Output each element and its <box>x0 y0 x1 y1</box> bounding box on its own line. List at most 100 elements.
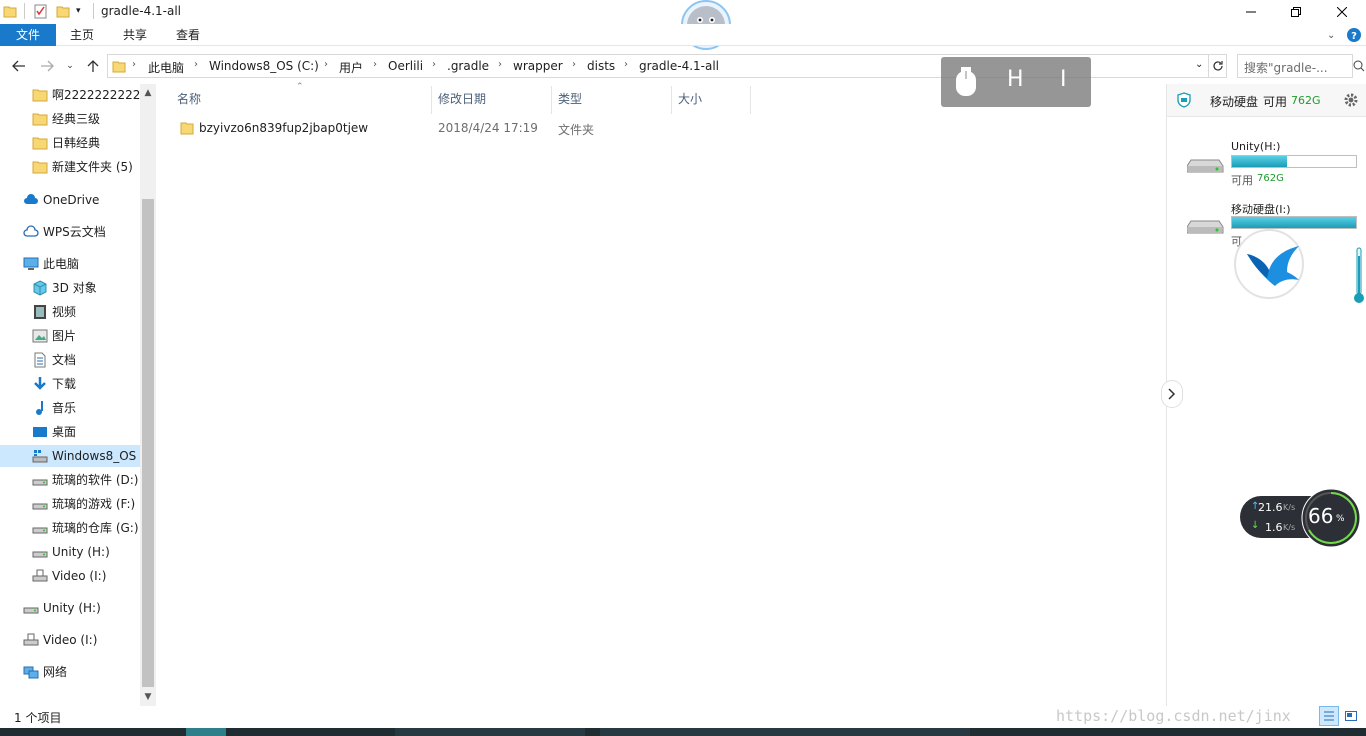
sidebar-item[interactable]: 此电脑 <box>23 253 140 275</box>
network-icon <box>23 664 39 680</box>
navigation-pane: 啊2222222222 经典三级日韩经典新建文件夹 (5) OneDrive WPS云… <box>0 84 156 706</box>
address-row: ⌄ › 此电脑 › Windows8_OS (C:) › 用户 › Oerlil… <box>0 52 1366 80</box>
taskbar <box>0 728 1366 736</box>
video-icon <box>32 304 48 320</box>
sidebar-item[interactable]: OneDrive <box>23 189 140 211</box>
new-folder-icon[interactable] <box>56 4 70 18</box>
panel-title: 移动硬盘 <box>1210 95 1259 109</box>
sidebar-item[interactable]: 新建文件夹 (5) <box>32 156 140 178</box>
search-input[interactable]: 搜索"gradle-... <box>1237 54 1353 78</box>
sidebar-item[interactable]: 日韩经典 <box>32 132 140 154</box>
breadcrumb-item[interactable]: Windows8_OS (C:) <box>209 59 319 73</box>
back-button[interactable] <box>9 56 29 76</box>
column-header-size[interactable]: 大小 <box>678 90 702 107</box>
refresh-icon <box>1212 61 1223 71</box>
mouse-icon <box>955 67 977 97</box>
document-icon <box>32 352 48 368</box>
refresh-button[interactable] <box>1209 54 1227 78</box>
sidebar-item[interactable]: 琉璃的游戏 (F:) <box>32 493 140 515</box>
sidebar-item[interactable]: WPS云文档 <box>23 221 140 243</box>
forward-button[interactable] <box>37 56 57 76</box>
drive-icon <box>32 496 48 512</box>
restore-button[interactable] <box>1273 0 1319 24</box>
thermometer-icon <box>1353 246 1365 304</box>
details-view-button[interactable] <box>1319 706 1339 726</box>
breadcrumb-item[interactable]: gradle-4.1-all <box>639 59 719 73</box>
tab-share[interactable]: 共享 <box>111 24 159 46</box>
breadcrumb-item[interactable]: Oerlili <box>388 59 423 73</box>
system-drive-icon <box>32 448 48 464</box>
drive-free-label: 可用 <box>1231 174 1253 187</box>
file-type: 文件夹 <box>558 123 595 137</box>
tab-view[interactable]: 查看 <box>164 24 212 46</box>
column-header-name[interactable]: 名称 <box>177 90 201 107</box>
sidebar-item[interactable]: 桌面 <box>32 421 140 443</box>
tab-file[interactable]: 文件 <box>0 24 56 46</box>
breadcrumb-item[interactable]: 用户 <box>339 59 363 76</box>
sidebar-item[interactable]: 网络 <box>23 661 140 683</box>
sidebar-item-label: 图片 <box>52 329 77 343</box>
panel-toggle-button[interactable] <box>1161 380 1183 408</box>
quick-access-dropdown-icon[interactable]: ▾ <box>76 6 81 16</box>
tab-home[interactable]: 主页 <box>58 24 106 46</box>
up-button[interactable] <box>83 56 103 76</box>
sidebar-item-label: 新建文件夹 (5) <box>52 160 133 174</box>
sidebar-item[interactable]: 啊2222222222 <box>32 84 140 106</box>
sidebar-item[interactable]: Unity (H:) <box>23 597 140 619</box>
sidebar-item[interactable]: 视频 <box>32 301 140 323</box>
drive-icon <box>32 520 48 536</box>
drive-name[interactable]: Unity(H:) <box>1231 140 1280 153</box>
breadcrumb-item[interactable]: 此电脑 <box>148 59 184 76</box>
usb-drive-icon <box>23 632 39 648</box>
column-header-type[interactable]: 类型 <box>558 90 582 107</box>
breadcrumb-item[interactable]: wrapper <box>513 59 563 73</box>
recent-locations-icon[interactable]: ⌄ <box>60 56 80 76</box>
network-speed-widget[interactable]: ↑ 21.6 K/s ↓ 1.6 K/s 66 % <box>1240 488 1361 548</box>
sidebar-item[interactable]: Windows8_OS <box>0 445 140 467</box>
help-icon[interactable]: ? <box>1347 28 1361 42</box>
status-bar: 1 个项目 https://blog.csdn.net/jinx <box>0 706 1366 728</box>
drive-name[interactable]: 移动硬盘(I:) <box>1231 201 1291 217</box>
table-row[interactable]: bzyivzo6n839fup2jbap0tjew 2018/4/24 17:1… <box>158 118 758 140</box>
scroll-up-icon[interactable]: ▲ <box>140 84 156 102</box>
sidebar-item[interactable]: Video (I:) <box>32 565 140 587</box>
percent-sign: % <box>1336 514 1345 524</box>
search-icon <box>1353 60 1365 72</box>
folder-icon <box>32 159 48 175</box>
chevron-right-icon <box>1168 388 1176 400</box>
mouse-monitor-widget[interactable]: H I <box>941 57 1091 107</box>
sidebar-item-label: Video (I:) <box>52 569 107 583</box>
bird-logo-icon[interactable] <box>1233 228 1305 300</box>
sidebar-item[interactable]: 3D 对象 <box>32 277 140 299</box>
sidebar-item[interactable]: 文档 <box>32 349 140 371</box>
address-dropdown-icon[interactable]: ⌄ <box>1195 59 1203 70</box>
gear-icon[interactable] <box>1343 92 1359 108</box>
sidebar-item[interactable]: 下载 <box>32 373 140 395</box>
breadcrumb-item[interactable]: dists <box>587 59 615 73</box>
desktop-icon <box>32 424 48 440</box>
sidebar-item[interactable]: 琉璃的仓库 (G:) <box>32 517 140 539</box>
sidebar-item-label: 琉璃的仓库 (G:) <box>52 521 139 535</box>
download-arrow-icon: ↓ <box>1251 520 1260 531</box>
sidebar-item-label: 日韩经典 <box>52 136 101 150</box>
scroll-down-icon[interactable]: ▼ <box>140 688 156 706</box>
sidebar-item[interactable]: Unity (H:) <box>32 541 140 563</box>
drive-icon <box>32 472 48 488</box>
drive-icon <box>32 544 48 560</box>
memory-percent: 66 <box>1308 504 1334 528</box>
sidebar-item[interactable]: 音乐 <box>32 397 140 419</box>
properties-icon[interactable] <box>33 3 49 19</box>
download-unit: K/s <box>1283 523 1296 532</box>
sidebar-item[interactable]: 图片 <box>32 325 140 347</box>
nav-scroll-thumb[interactable] <box>142 199 154 687</box>
large-icons-view-button[interactable] <box>1342 707 1360 725</box>
column-header-date[interactable]: 修改日期 <box>438 90 486 107</box>
sidebar-item[interactable]: 经典三级 <box>32 108 140 130</box>
sidebar-item[interactable]: Video (I:) <box>23 629 140 651</box>
sidebar-item-label: 琉璃的软件 (D:) <box>52 473 139 487</box>
sidebar-item[interactable]: 琉璃的软件 (D:) <box>32 469 140 491</box>
close-button[interactable] <box>1319 0 1365 24</box>
breadcrumb-item[interactable]: .gradle <box>447 59 489 73</box>
minimize-button[interactable] <box>1228 0 1274 24</box>
ribbon-expand-icon[interactable]: ⌄ <box>1327 30 1335 41</box>
